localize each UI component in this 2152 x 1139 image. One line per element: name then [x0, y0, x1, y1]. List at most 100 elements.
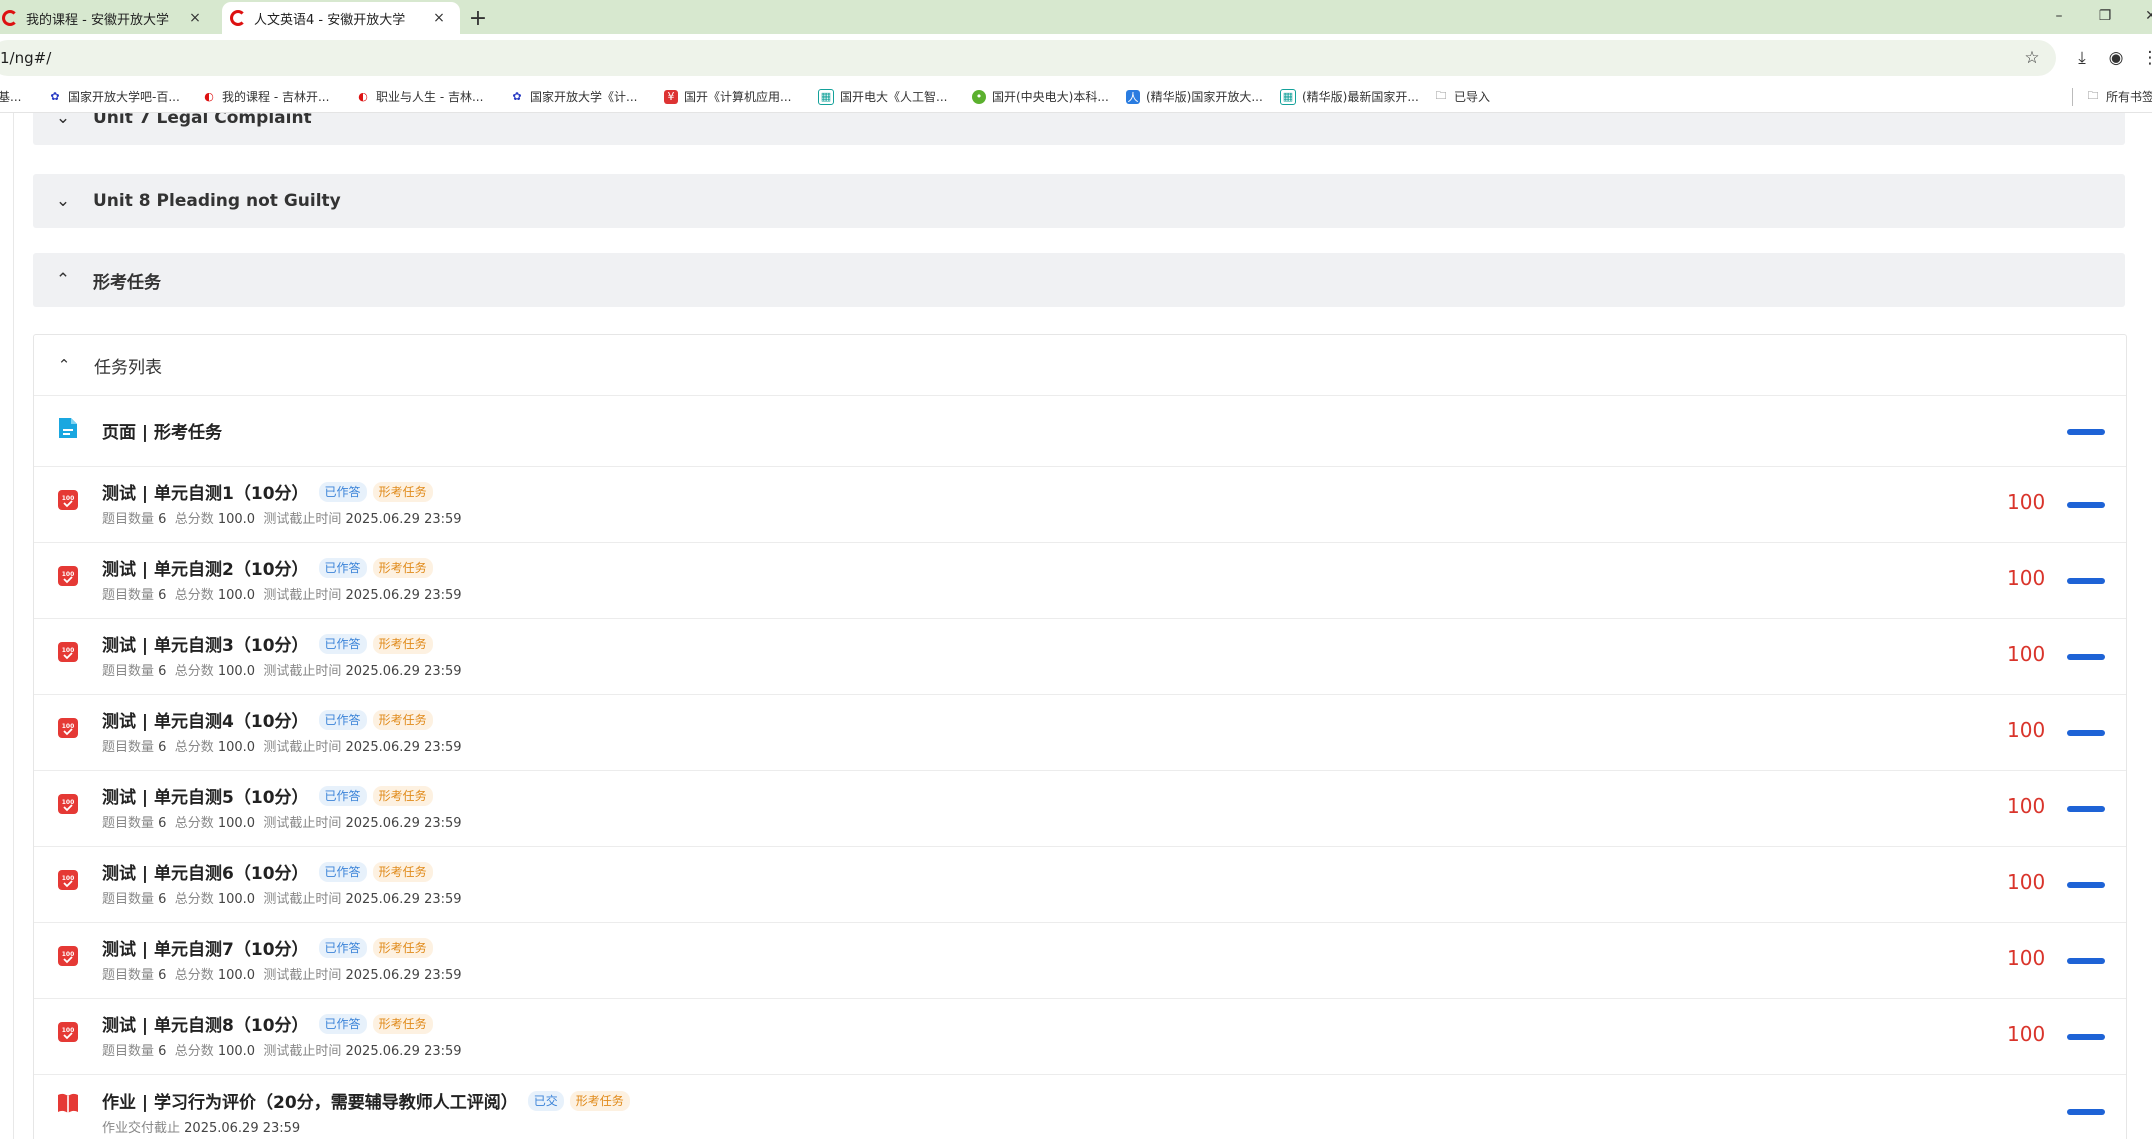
tab-title: 人文英语4 - 安徽开放大学 [254, 12, 406, 28]
minimize-button[interactable]: – [2036, 0, 2082, 32]
bookmark-label: (精华版)最新国家开... [1302, 90, 1419, 104]
homework-row[interactable]: 作业 | 学习行为评价（20分，需要辅导教师人工评阅） 已交 形考任务 作业交付… [34, 1075, 2126, 1139]
task-list-header[interactable]: ⌃ 任务列表 [34, 335, 2126, 396]
new-tab-button[interactable]: + [464, 4, 492, 32]
grid-icon: ▦ [818, 88, 834, 105]
bookmark-item[interactable]: ◐ 我的课程 - 吉林开... [202, 88, 329, 105]
all-bookmarks-folder[interactable]: 🗀 所有书签 [2086, 88, 2152, 105]
progress-bar [2067, 1034, 2105, 1040]
restore-button[interactable]: ❐ [2082, 0, 2128, 32]
task-title-line: 测试 | 单元自测3（10分） 已作答 形考任务 [102, 631, 433, 656]
quiz-row[interactable]: 100 测试 | 单元自测3（10分） 已作答 形考任务 题目数量 6 总分数 … [34, 619, 2126, 695]
bookmark-item[interactable]: • 国开(中央电大)本科... [972, 88, 1109, 105]
bookmark-label: 国开(中央电大)本科... [992, 90, 1109, 104]
bookmark-label: 已导入 [1454, 90, 1491, 104]
total-score-label: 总分数 [174, 816, 214, 831]
quiz-row[interactable]: 100 测试 | 单元自测8（10分） 已作答 形考任务 题目数量 6 总分数 … [34, 999, 2126, 1075]
task-meta: 作业交付截止 2025.06.29 23:59 [102, 1117, 300, 1136]
task-title-line: 测试 | 单元自测7（10分） 已作答 形考任务 [102, 935, 433, 960]
total-score: 100.0 [217, 740, 256, 755]
unit-7-header[interactable]: ⌄ Unit 7 Legal Complaint [33, 113, 2125, 145]
question-count: 6 [158, 512, 167, 527]
question-count-label: 题目数量 [102, 1044, 155, 1059]
profile-icon[interactable]: ◉ [2104, 46, 2128, 70]
progress-bar [2067, 654, 2105, 660]
tab-my-courses[interactable]: 我的课程 - 安徽开放大学 × [0, 2, 216, 34]
quiz-row[interactable]: 100 测试 | 单元自测4（10分） 已作答 形考任务 题目数量 6 总分数 … [34, 695, 2126, 771]
task-title-line: 测试 | 单元自测2（10分） 已作答 形考任务 [102, 555, 433, 580]
task-list-title: 任务列表 [94, 357, 162, 378]
deadline-label: 测试截止时间 [263, 968, 342, 983]
task-title: 测试 | 单元自测6（10分） [102, 864, 309, 884]
category-badge: 形考任务 [372, 633, 433, 654]
bookmark-item[interactable]: 基... [0, 88, 21, 105]
svg-text:100: 100 [62, 799, 75, 806]
question-count: 6 [158, 588, 167, 603]
quiz-row[interactable]: 100 测试 | 单元自测1（10分） 已作答 形考任务 题目数量 6 总分数 … [34, 467, 2126, 543]
quiz-score-icon: 100 [58, 718, 78, 738]
svg-text:100: 100 [62, 1027, 75, 1034]
total-score: 100.0 [217, 664, 256, 679]
bookmark-folder[interactable]: 🗀 已导入 [1434, 88, 1491, 105]
quiz-row[interactable]: 100 测试 | 单元自测5（10分） 已作答 形考任务 题目数量 6 总分数 … [34, 771, 2126, 847]
unit-title: Unit 8 Pleading not Guilty [93, 191, 341, 211]
bookmark-item[interactable]: ¥ 国开《计算机应用... [664, 88, 791, 105]
score-value: 100 [2007, 490, 2046, 514]
unit-8-header[interactable]: ⌄ Unit 8 Pleading not Guilty [33, 174, 2125, 228]
quiz-score-icon: 100 [58, 794, 78, 814]
svg-text:100: 100 [62, 495, 75, 502]
quiz-row[interactable]: 100 测试 | 单元自测2（10分） 已作答 形考任务 题目数量 6 总分数 … [34, 543, 2126, 619]
close-icon[interactable]: × [186, 9, 204, 27]
task-meta: 题目数量 6 总分数 100.0 测试截止时间 2025.06.29 23:59 [102, 508, 462, 527]
address-bar[interactable] [0, 40, 2056, 76]
quiz-row[interactable]: 100 测试 | 单元自测6（10分） 已作答 形考任务 题目数量 6 总分数 … [34, 847, 2126, 923]
page-task-row[interactable]: 页面 | 形考任务 [34, 396, 2126, 467]
deadline-value: 2025.06.29 23:59 [184, 1121, 301, 1136]
quiz-row[interactable]: 100 测试 | 单元自测7（10分） 已作答 形考任务 题目数量 6 总分数 … [34, 923, 2126, 999]
tab-english4[interactable]: 人文英语4 - 安徽开放大学 × [222, 2, 460, 34]
question-count: 6 [158, 1044, 167, 1059]
bookmark-item[interactable]: ▦ 国开电大《人工智... [818, 88, 947, 105]
score-value: 100 [2007, 1022, 2046, 1046]
task-title-line: 测试 | 单元自测6（10分） 已作答 形考任务 [102, 859, 433, 884]
score-value: 100 [2007, 794, 2046, 818]
download-icon[interactable]: ⤓ [2070, 46, 2094, 70]
bookmark-item[interactable]: ✿ 国家开放大学吧-百... [48, 88, 179, 105]
close-window-button[interactable]: ✕ [2128, 0, 2152, 32]
status-badge: 已作答 [318, 481, 367, 502]
url-text[interactable]: 1/ng#/ [0, 49, 51, 67]
progress-bar [2067, 502, 2105, 508]
bookmark-item[interactable]: ◐ 职业与人生 - 吉林... [356, 88, 483, 105]
unit-title: Unit 7 Legal Complaint [93, 113, 312, 128]
chevron-up-icon: ⌃ [57, 356, 71, 374]
bookmark-item[interactable]: 人 (精华版)国家开放大... [1126, 88, 1263, 105]
total-score: 100.0 [217, 816, 256, 831]
person-icon: 人 [1126, 89, 1140, 104]
task-title: 测试 | 单元自测5（10分） [102, 788, 309, 808]
question-count-label: 题目数量 [102, 740, 155, 755]
category-badge: 形考任务 [372, 937, 433, 958]
question-count: 6 [158, 664, 167, 679]
document-icon [59, 418, 77, 438]
quiz-score-icon: 100 [58, 870, 78, 890]
formative-tasks-header[interactable]: ⌃ 形考任务 [33, 253, 2125, 307]
svg-text:100: 100 [62, 875, 75, 882]
question-count-label: 题目数量 [102, 892, 155, 907]
bookmark-label: 国开电大《人工智... [840, 90, 948, 104]
question-count: 6 [158, 816, 167, 831]
svg-text:100: 100 [62, 571, 75, 578]
bookmark-item[interactable]: ✿ 国家开放大学《计... [510, 88, 637, 105]
bookmark-separator [2072, 88, 2073, 106]
deadline-label: 作业交付截止 [102, 1121, 181, 1136]
bookmark-item[interactable]: ▦ (精华版)最新国家开... [1280, 88, 1419, 105]
category-badge: 形考任务 [372, 861, 433, 882]
task-meta: 题目数量 6 总分数 100.0 测试截止时间 2025.06.29 23:59 [102, 812, 462, 831]
address-bar-area [0, 34, 2152, 82]
task-title: 测试 | 单元自测3（10分） [102, 636, 309, 656]
status-badge: 已作答 [318, 785, 367, 806]
total-score-label: 总分数 [174, 892, 214, 907]
task-title: 作业 | 学习行为评价（20分，需要辅导教师人工评阅） [102, 1093, 518, 1113]
star-icon[interactable]: ☆ [2020, 46, 2044, 70]
menu-icon[interactable]: ⋮ [2138, 46, 2152, 70]
close-icon[interactable]: × [430, 9, 448, 27]
